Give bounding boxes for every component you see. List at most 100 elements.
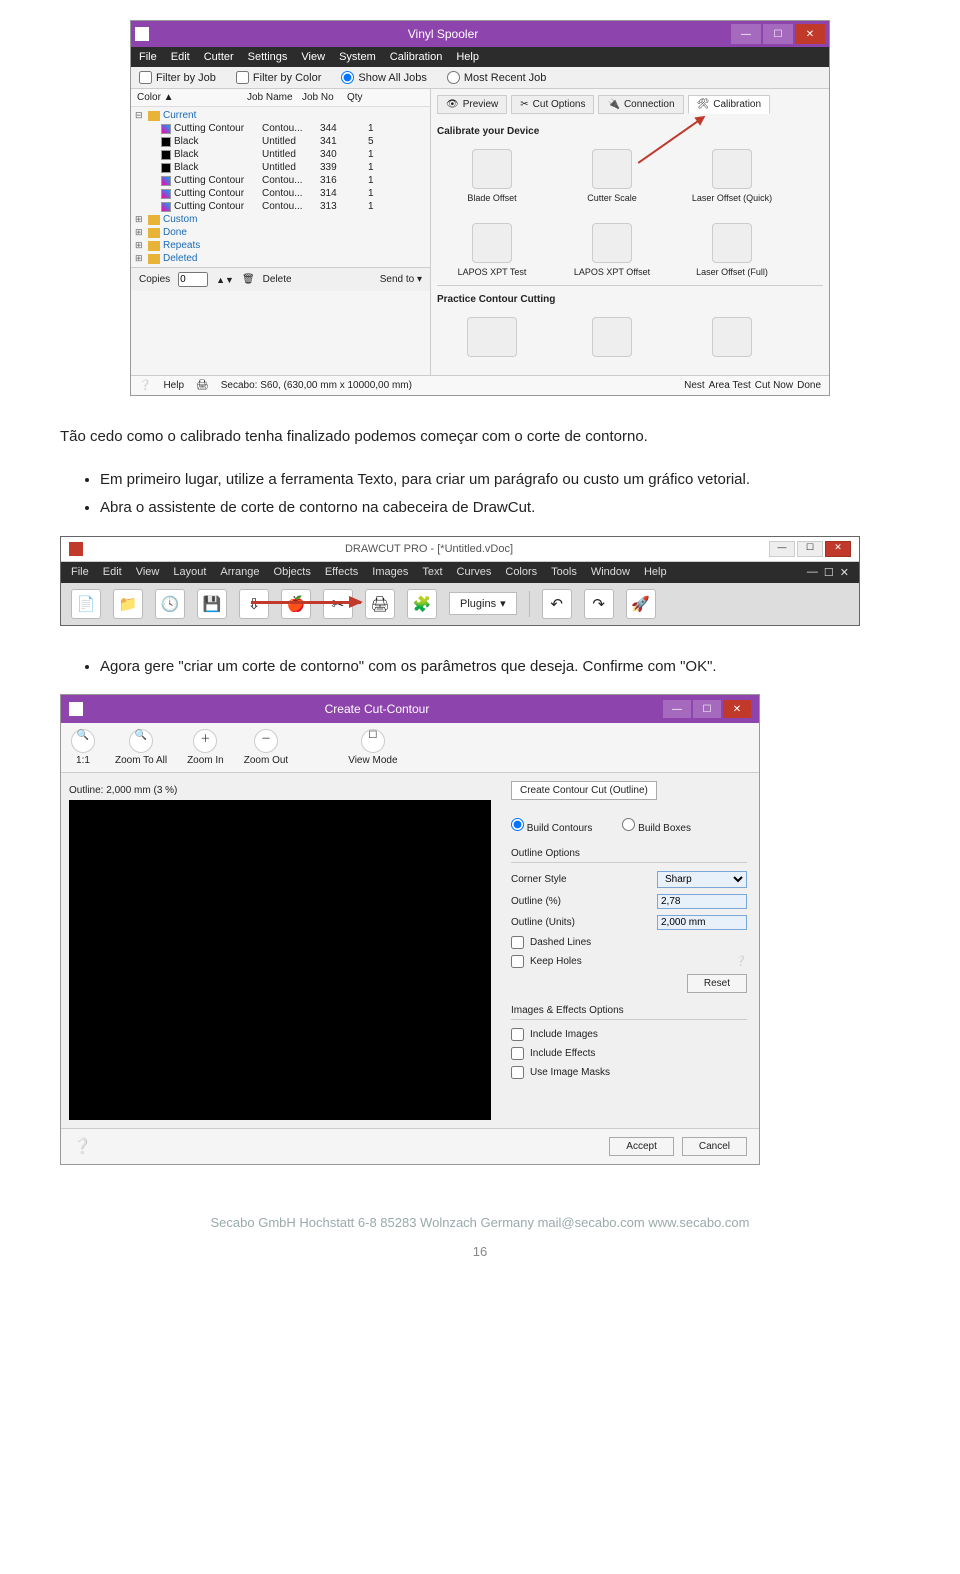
tree-folder[interactable]: ⊞Deleted xyxy=(135,252,426,265)
tree-item[interactable]: Cutting ContourContou...3441 xyxy=(135,122,426,135)
dc-menu-colors[interactable]: Colors xyxy=(505,566,537,579)
tree-item[interactable]: BlackUntitled3415 xyxy=(135,135,426,148)
menu-system[interactable]: System xyxy=(339,51,376,63)
dc-menu-arrange[interactable]: Arrange xyxy=(220,566,259,579)
dc-menu-text[interactable]: Text xyxy=(422,566,442,579)
dc-menu-file[interactable]: File xyxy=(71,566,89,579)
tab-cut-options[interactable]: ✂Cut Options xyxy=(511,95,594,114)
cc-maximize[interactable]: ☐ xyxy=(693,700,721,718)
use-image-masks-check[interactable]: Use Image Masks xyxy=(511,1066,747,1079)
print-icon[interactable]: 🖨 xyxy=(365,589,395,619)
reset-button[interactable]: Reset xyxy=(687,974,747,993)
dc-menu-layout[interactable]: Layout xyxy=(173,566,206,579)
dc-menu-objects[interactable]: Objects xyxy=(274,566,311,579)
menu-calibration[interactable]: Calibration xyxy=(390,51,443,63)
lapos-xpt-test-icon[interactable]: LAPOS XPT Test xyxy=(447,223,537,277)
maximize-button[interactable]: ☐ xyxy=(763,24,793,44)
cut-now-button[interactable]: Cut Now xyxy=(755,380,793,391)
view-mode[interactable]: ☐View Mode xyxy=(348,729,397,766)
include-effects-check[interactable]: Include Effects xyxy=(511,1047,747,1060)
send-to-button[interactable]: Send to ▾ xyxy=(380,274,422,285)
copies-input[interactable] xyxy=(178,272,208,287)
delete-button[interactable]: Delete xyxy=(263,274,292,285)
filter-by-job[interactable]: Filter by Job xyxy=(139,71,216,84)
cancel-button[interactable]: Cancel xyxy=(682,1137,747,1156)
minimize-button[interactable]: — xyxy=(731,24,761,44)
dc-maximize[interactable]: ☐ xyxy=(797,541,823,557)
tree-folder[interactable]: ⊞Custom xyxy=(135,213,426,226)
build-boxes-radio[interactable]: Build Boxes xyxy=(622,818,691,834)
laser-offset-full-icon[interactable]: Laser Offset (Full) xyxy=(687,223,777,277)
practice-icon-2[interactable] xyxy=(567,317,657,361)
help-label[interactable]: Help xyxy=(163,380,184,391)
dc-menu-tools[interactable]: Tools xyxy=(551,566,577,579)
tree-folder[interactable]: ⊞Repeats xyxy=(135,239,426,252)
tab-connection[interactable]: 🔌Connection xyxy=(598,95,683,114)
zoom-in[interactable]: ＋Zoom In xyxy=(187,729,224,766)
menu-cutter[interactable]: Cutter xyxy=(204,51,234,63)
tree-item[interactable]: BlackUntitled3401 xyxy=(135,148,426,161)
tree-item[interactable]: Cutting ContourContou...3141 xyxy=(135,187,426,200)
col-qty[interactable]: Qty xyxy=(345,92,375,103)
tree-folder[interactable]: ⊟Current xyxy=(135,109,426,122)
preview-canvas[interactable] xyxy=(69,800,491,1120)
dc-menu-help[interactable]: Help xyxy=(644,566,667,579)
dc-menu-effects[interactable]: Effects xyxy=(325,566,358,579)
puzzle-icon[interactable]: 🧩 xyxy=(407,589,437,619)
dc-menu-edit[interactable]: Edit xyxy=(103,566,122,579)
laser-offset-quick-icon[interactable]: Laser Offset (Quick) xyxy=(687,149,777,203)
corner-style-select[interactable]: Sharp xyxy=(657,871,747,888)
menu-settings[interactable]: Settings xyxy=(248,51,288,63)
outline-pct-input[interactable] xyxy=(657,894,747,909)
nest-button[interactable]: Nest xyxy=(684,380,705,391)
dc-close[interactable]: ✕ xyxy=(825,541,851,557)
col-job-no[interactable]: Job No xyxy=(300,92,345,103)
plugins-dropdown[interactable]: Plugins▾ xyxy=(449,592,517,615)
menu-view[interactable]: View xyxy=(301,51,325,63)
outline-units-input[interactable] xyxy=(657,915,747,930)
practice-icon-3[interactable] xyxy=(687,317,777,361)
filter-by-color[interactable]: Filter by Color xyxy=(236,71,321,84)
most-recent-job[interactable]: Most Recent Job xyxy=(447,71,547,84)
tree-item[interactable]: Cutting ContourContou...3161 xyxy=(135,174,426,187)
new-icon[interactable]: 📄 xyxy=(71,589,101,619)
menu-help[interactable]: Help xyxy=(456,51,479,63)
include-images-check[interactable]: Include Images xyxy=(511,1028,747,1041)
practice-icon-1[interactable] xyxy=(447,317,537,361)
lapos-xpt-offset-icon[interactable]: LAPOS XPT Offset xyxy=(567,223,657,277)
save-icon[interactable]: 💾 xyxy=(197,589,227,619)
close-button[interactable]: ✕ xyxy=(795,24,825,44)
help-icon[interactable]: ❔ xyxy=(735,956,747,967)
redo-icon[interactable]: ↷ xyxy=(584,589,614,619)
tree-item[interactable]: Cutting ContourContou...3131 xyxy=(135,200,426,213)
tab-preview[interactable]: 👁Preview xyxy=(437,95,507,114)
dc-menu-curves[interactable]: Curves xyxy=(457,566,492,579)
done-button[interactable]: Done xyxy=(797,380,821,391)
options-tab[interactable]: Create Contour Cut (Outline) xyxy=(511,781,657,800)
open-icon[interactable]: 📁 xyxy=(113,589,143,619)
cc-close[interactable]: ✕ xyxy=(723,700,751,718)
contour-cut-icon[interactable]: 🍎 xyxy=(281,589,311,619)
keep-holes-check[interactable]: Keep Holes❔ xyxy=(511,955,747,968)
tab-calibration[interactable]: 🛠Calibration xyxy=(688,95,771,114)
help-icon[interactable]: ❔ xyxy=(139,380,151,391)
dc-menu-view[interactable]: View xyxy=(136,566,160,579)
blade-offset-icon[interactable]: Blade Offset xyxy=(447,149,537,203)
menu-edit[interactable]: Edit xyxy=(171,51,190,63)
recent-icon[interactable]: 🕓 xyxy=(155,589,185,619)
undo-icon[interactable]: ↶ xyxy=(542,589,572,619)
build-contours-radio[interactable]: Build Contours xyxy=(511,818,592,834)
col-job-name[interactable]: Job Name xyxy=(245,92,300,103)
cc-minimize[interactable]: — xyxy=(663,700,691,718)
tree-folder[interactable]: ⊞Done xyxy=(135,226,426,239)
dc-menu-images[interactable]: Images xyxy=(372,566,408,579)
zoom-1-1[interactable]: 🔍1:1 xyxy=(71,729,95,766)
dc-minimize[interactable]: — xyxy=(769,541,795,557)
dashed-lines-check[interactable]: Dashed Lines xyxy=(511,936,747,949)
area-test-button[interactable]: Area Test xyxy=(709,380,751,391)
zoom-out[interactable]: －Zoom Out xyxy=(244,729,288,766)
import-icon[interactable]: ⇩ xyxy=(239,589,269,619)
dialog-help-icon[interactable]: ❔ xyxy=(73,1137,92,1156)
col-color[interactable]: Color ▲ xyxy=(135,92,245,103)
dc-menu-window[interactable]: Window xyxy=(591,566,630,579)
